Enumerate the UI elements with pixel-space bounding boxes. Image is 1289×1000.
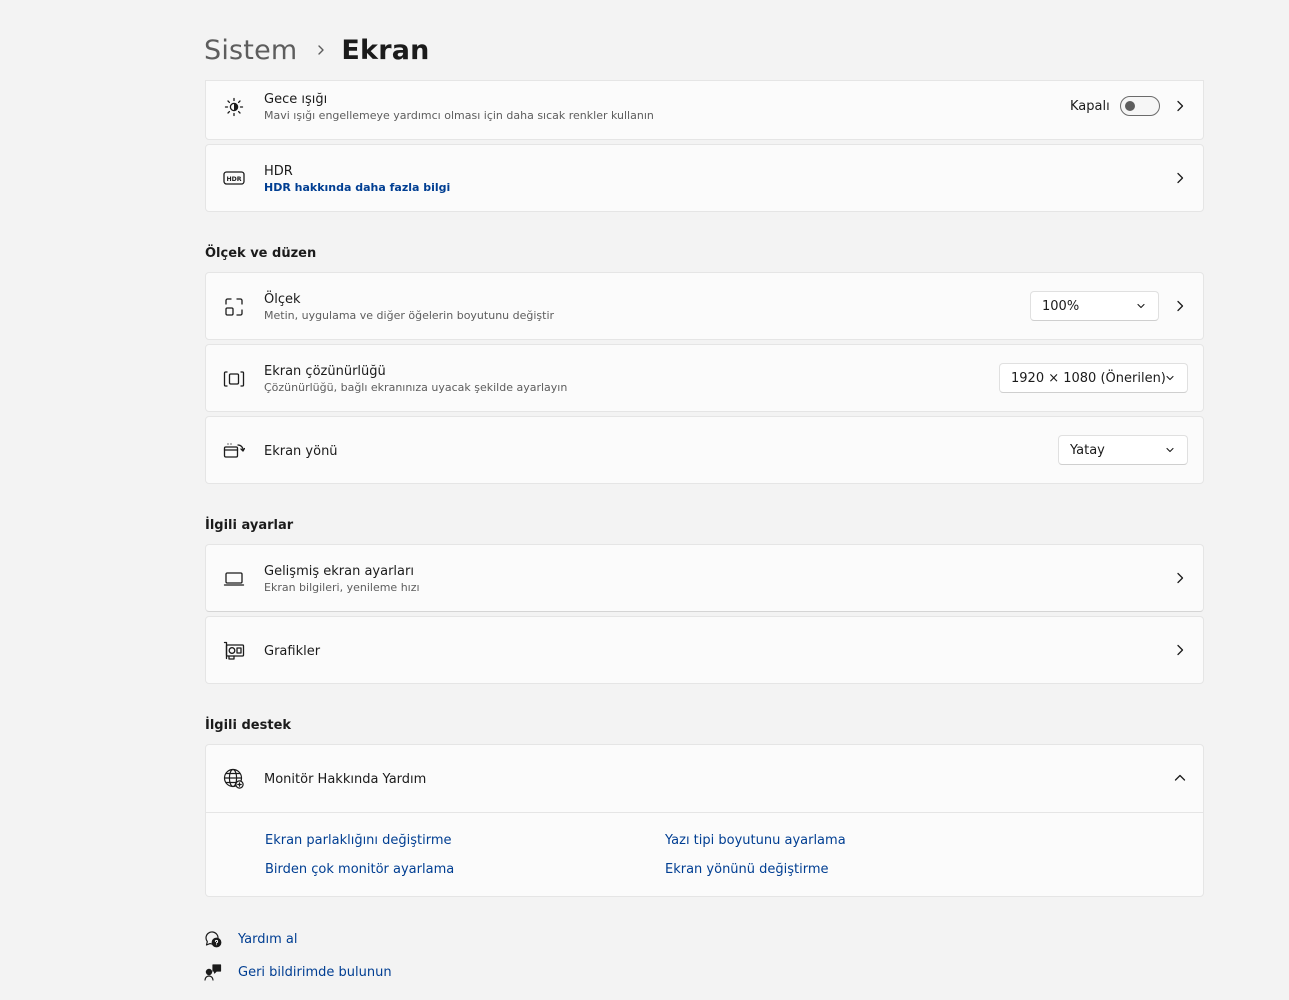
graphics-card-icon <box>223 640 245 662</box>
feedback-icon <box>204 963 222 981</box>
breadcrumb-chevron-icon <box>315 44 327 56</box>
scale-subtitle: Metin, uygulama ve diğer öğelerin boyutu… <box>264 309 555 322</box>
resolution-subtitle: Çözünürlüğü, bağlı ekranınıza uyacak şek… <box>264 381 568 394</box>
monitor-help-title: Monitör Hakkında Yardım <box>264 772 427 787</box>
monitor-help-header[interactable]: Monitör Hakkında Yardım <box>206 745 1203 813</box>
resolution-dropdown[interactable]: 1920 × 1080 (Önerilen) <box>999 363 1188 393</box>
resolution-icon <box>223 368 245 390</box>
night-light-toggle[interactable] <box>1120 96 1160 116</box>
scale-icon <box>223 296 245 318</box>
night-light-title: Gece ışığı <box>264 92 328 107</box>
night-light-card[interactable]: Gece ışığı Mavi ışığı engellemeye yardım… <box>205 80 1204 140</box>
night-light-subtitle: Mavi ışığı engellemeye yardımcı olması i… <box>264 109 654 122</box>
brightness-icon <box>223 96 245 118</box>
graphics-title: Grafikler <box>264 644 321 659</box>
scale-title: Ölçek <box>264 292 301 307</box>
chevron-right-icon[interactable] <box>1173 99 1187 113</box>
hdr-card[interactable]: HDR HDR HDR hakkında daha fazla bilgi <box>205 144 1204 212</box>
help-link-font-size[interactable]: Yazı tipi boyutunu ayarlama <box>665 833 846 848</box>
laptop-icon <box>223 568 245 590</box>
chevron-right-icon[interactable] <box>1173 643 1187 657</box>
settings-page: Sistem Ekran Gece ışığı Mavi ışığı engel… <box>0 0 1289 1000</box>
chevron-down-icon <box>1166 447 1174 453</box>
chevron-right-icon[interactable] <box>1173 571 1187 585</box>
advanced-display-title: Gelişmiş ekran ayarları <box>264 564 414 579</box>
svg-text:HDR: HDR <box>226 176 241 183</box>
hdr-learn-more-link[interactable]: HDR hakkında daha fazla bilgi <box>264 180 450 196</box>
globe-icon <box>223 768 245 790</box>
scale-value: 100% <box>1042 298 1080 314</box>
section-related-settings: İlgili ayarlar <box>205 518 294 533</box>
orientation-value: Yatay <box>1070 442 1105 458</box>
resolution-value: 1920 × 1080 (Önerilen) <box>1011 370 1166 386</box>
get-help-label: Yardım al <box>238 931 298 947</box>
hdr-title: HDR <box>264 164 293 179</box>
chevron-down-icon <box>1137 303 1145 309</box>
feedback-label: Geri bildirimde bulunun <box>238 964 392 980</box>
help-chat-icon <box>204 930 222 948</box>
graphics-card[interactable]: Grafikler <box>205 616 1204 684</box>
monitor-help-expander: Monitör Hakkında Yardım Ekran parlaklığı… <box>205 744 1204 897</box>
get-help-link[interactable]: Yardım al <box>204 930 297 948</box>
chevron-right-icon[interactable] <box>1173 171 1187 185</box>
scale-card[interactable]: Ölçek Metin, uygulama ve diğer öğelerin … <box>205 272 1204 340</box>
advanced-display-card[interactable]: Gelişmiş ekran ayarları Ekran bilgileri,… <box>205 544 1204 612</box>
advanced-display-subtitle: Ekran bilgileri, yenileme hızı <box>264 581 420 594</box>
section-related-support: İlgili destek <box>205 718 292 733</box>
chevron-up-icon[interactable] <box>1173 771 1187 785</box>
orientation-card: Ekran yönü Yatay <box>205 416 1204 484</box>
breadcrumb-parent[interactable]: Sistem <box>204 35 297 66</box>
resolution-title: Ekran çözünürlüğü <box>264 364 386 379</box>
orientation-title: Ekran yönü <box>264 444 338 459</box>
chevron-down-icon <box>1166 375 1174 381</box>
help-link-brightness[interactable]: Ekran parlaklığını değiştirme <box>265 833 452 848</box>
orientation-dropdown[interactable]: Yatay <box>1058 435 1188 465</box>
night-light-state-label: Kapalı <box>1070 99 1110 114</box>
toggle-knob <box>1125 101 1135 111</box>
orientation-icon <box>223 440 245 462</box>
hdr-icon: HDR <box>223 167 245 189</box>
scale-dropdown[interactable]: 100% <box>1030 291 1159 321</box>
help-link-orientation[interactable]: Ekran yönünü değiştirme <box>665 862 829 877</box>
section-scale-layout: Ölçek ve düzen <box>205 246 317 261</box>
resolution-card: Ekran çözünürlüğü Çözünürlüğü, bağlı ekr… <box>205 344 1204 412</box>
chevron-right-icon[interactable] <box>1173 299 1187 313</box>
breadcrumb: Sistem Ekran <box>204 30 430 70</box>
help-link-multiple-monitors[interactable]: Birden çok monitör ayarlama <box>265 862 454 877</box>
page-title: Ekran <box>341 34 430 66</box>
feedback-link[interactable]: Geri bildirimde bulunun <box>204 963 392 981</box>
